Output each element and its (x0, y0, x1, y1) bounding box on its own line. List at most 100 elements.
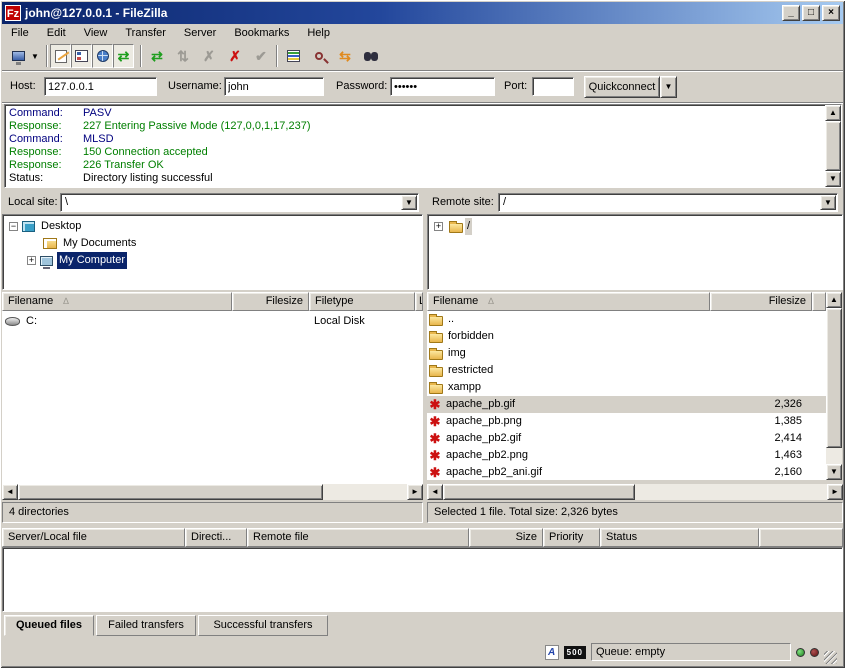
remote-h-scrollbar[interactable]: ◄ ► (427, 484, 843, 500)
column-priority[interactable]: Priority (543, 528, 600, 547)
reconnect-icon: ✔ (255, 48, 267, 65)
synchronized-browsing-button[interactable]: ⇆ (333, 44, 357, 68)
tree-item-desktop[interactable]: − Desktop (9, 218, 83, 235)
column-filetype[interactable]: Filetype (309, 292, 415, 311)
cancel-operation-button[interactable]: ✗ (197, 44, 221, 68)
column-status[interactable]: Status (600, 528, 759, 547)
directory-comparison-button[interactable] (307, 44, 331, 68)
scroll-right-arrow[interactable]: ► (407, 484, 423, 500)
remote-file-row[interactable]: img (427, 345, 826, 362)
password-input[interactable] (390, 77, 495, 96)
find-files-button[interactable] (359, 44, 383, 68)
toggle-local-tree-button[interactable] (71, 44, 92, 68)
remote-file-row-selected[interactable]: ✱apache_pb.gif2,326 (427, 396, 826, 413)
remote-site-combo[interactable]: / ▼ (498, 193, 838, 212)
scroll-left-arrow[interactable]: ◄ (427, 484, 443, 500)
scrollbar-thumb[interactable] (825, 121, 841, 171)
menu-bookmarks[interactable]: Bookmarks (225, 24, 298, 42)
tab-failed-transfers[interactable]: Failed transfers (96, 615, 196, 636)
scroll-down-arrow[interactable]: ▼ (826, 464, 842, 480)
remote-file-row[interactable]: ✱apache_pb2.gif2,414 (427, 430, 826, 447)
local-site-combo[interactable]: \ ▼ (60, 193, 419, 212)
port-input[interactable] (532, 77, 574, 96)
scroll-up-arrow[interactable]: ▲ (825, 105, 841, 121)
queue-list[interactable] (2, 547, 843, 612)
sort-asc-icon: ∆ (63, 296, 69, 306)
menu-edit[interactable]: Edit (38, 24, 75, 42)
scrollbar-thumb[interactable] (443, 484, 635, 500)
toolbar-separator (276, 45, 278, 67)
message-log[interactable]: Command:PASV Response:227 Entering Passi… (4, 104, 842, 188)
quickconnect-button[interactable]: Quickconnect (584, 76, 660, 98)
column-size[interactable]: Size (469, 528, 543, 547)
filename: forbidden (445, 328, 494, 345)
menu-view[interactable]: View (75, 24, 117, 42)
remote-file-row[interactable]: restricted (427, 362, 826, 379)
scroll-up-arrow[interactable]: ▲ (826, 292, 842, 308)
process-queue-button[interactable]: ⇅ (171, 44, 195, 68)
filter-button[interactable] (281, 44, 305, 68)
scroll-down-arrow[interactable]: ▼ (825, 171, 841, 187)
collapse-icon[interactable]: − (9, 222, 18, 231)
column-filesize[interactable]: Filesize (710, 292, 812, 311)
username-input[interactable] (224, 77, 324, 96)
minimize-button[interactable]: _ (782, 5, 800, 21)
expand-icon[interactable]: + (27, 256, 36, 265)
remote-file-row[interactable]: forbidden (427, 328, 826, 345)
toggle-remote-tree-button[interactable] (92, 44, 113, 68)
tree-item-my-computer[interactable]: + My Computer (27, 252, 127, 269)
column-remote-file[interactable]: Remote file (247, 528, 469, 547)
host-input[interactable] (44, 77, 157, 96)
column-filesize[interactable]: Filesize (232, 292, 309, 311)
toggle-queue-button[interactable]: ⇄ (113, 44, 134, 68)
maximize-button[interactable]: □ (802, 5, 820, 21)
close-button[interactable]: × (822, 5, 840, 21)
reconnect-button[interactable]: ✔ (249, 44, 273, 68)
tree-label-selected: / (465, 218, 472, 235)
title-bar[interactable]: Fz john@127.0.0.1 - FileZilla _ □ × (2, 2, 843, 24)
site-manager-dropdown[interactable]: ▼ (28, 44, 42, 68)
transfer-type-icon[interactable]: A (545, 645, 559, 660)
menu-server[interactable]: Server (175, 24, 225, 42)
combo-dropdown-button[interactable]: ▼ (401, 195, 417, 210)
column-last-modified[interactable]: L (415, 292, 423, 311)
local-file-row[interactable]: C: Local Disk (2, 313, 423, 330)
menu-help[interactable]: Help (298, 24, 339, 42)
remote-file-row[interactable]: .. (427, 311, 826, 328)
menu-file[interactable]: File (2, 24, 38, 42)
scroll-right-arrow[interactable]: ► (827, 484, 843, 500)
menu-transfer[interactable]: Transfer (116, 24, 175, 42)
tab-successful-transfers[interactable]: Successful transfers (198, 615, 328, 636)
column-filename[interactable]: Filename∆ (427, 292, 710, 311)
tab-queued-files[interactable]: Queued files (4, 615, 94, 636)
tree-item-root[interactable]: + / (434, 218, 472, 235)
speed-limit-icon[interactable]: 500 (564, 646, 586, 659)
remote-file-row[interactable]: xampp (427, 379, 826, 396)
image-file-icon: ✱ (427, 396, 443, 413)
refresh-button[interactable]: ⇄ (145, 44, 169, 68)
disconnect-button[interactable]: ✗ (223, 44, 247, 68)
remote-file-row[interactable]: ✱apache_pb2_ani.gif2,160 (427, 464, 826, 480)
scrollbar-thumb[interactable] (18, 484, 323, 500)
remote-v-scrollbar[interactable]: ▲ ▼ (826, 292, 842, 480)
log-line: Status:Directory listing successful (9, 172, 749, 185)
log-scrollbar[interactable]: ▲ ▼ (825, 105, 841, 187)
filename: apache_pb2_ani.gif (443, 464, 542, 480)
resize-grip[interactable] (824, 651, 837, 664)
expand-icon[interactable]: + (434, 222, 443, 231)
quickconnect-dropdown[interactable]: ▼ (660, 76, 677, 98)
column-server-local-file[interactable]: Server/Local file (2, 528, 185, 547)
local-h-scrollbar[interactable]: ◄ ► (2, 484, 423, 500)
site-manager-button[interactable] (6, 44, 30, 68)
toolbar: ▼ ⇄ ⇄ ⇅ ✗ ✗ ✔ ⇆ (2, 42, 843, 70)
scrollbar-thumb[interactable] (826, 308, 842, 448)
combo-dropdown-button[interactable]: ▼ (820, 195, 836, 210)
remote-file-row[interactable]: ✱apache_pb2.png1,463 (427, 447, 826, 464)
tree-item-my-documents[interactable]: My Documents (43, 235, 138, 252)
column-filename[interactable]: Filename∆ (2, 292, 232, 311)
toggle-message-log-button[interactable] (50, 44, 71, 68)
column-direction[interactable]: Directi... (185, 528, 247, 547)
remote-file-row[interactable]: ✱apache_pb.png1,385 (427, 413, 826, 430)
quickconnect-bar: Host: Username: Password: Port: Quickcon… (2, 72, 843, 102)
scroll-left-arrow[interactable]: ◄ (2, 484, 18, 500)
